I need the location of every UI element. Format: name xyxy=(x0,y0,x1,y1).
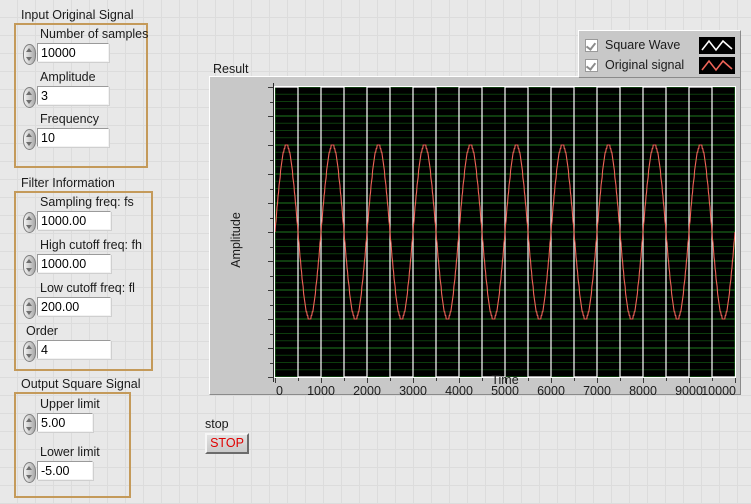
legend-item-original-signal[interactable]: Original signal xyxy=(585,55,735,75)
input-sampling-freq[interactable]: 1000.00 xyxy=(37,211,111,230)
label-frequency: Frequency xyxy=(40,112,100,126)
legend-item-square-wave[interactable]: Square Wave xyxy=(585,35,735,55)
control-upper-limit: Upper limit 5.00 xyxy=(22,397,100,435)
control-order: Order 4 xyxy=(22,324,111,362)
legend-swatch-original-signal[interactable] xyxy=(699,56,735,74)
graph-label-result: Result xyxy=(213,62,249,76)
input-frequency[interactable]: 10 xyxy=(37,128,109,147)
spinner-icon-upper-limit[interactable] xyxy=(22,414,37,435)
graph-panel[interactable]: Amplitude 543210-1-2-3-4-5 0100020003000… xyxy=(209,76,742,397)
group-title-filter-information: Filter Information xyxy=(21,176,115,190)
x-axis-title: Time xyxy=(491,373,519,387)
control-low-cutoff-freq: Low cutoff freq: fl 200.00 xyxy=(22,281,135,319)
label-lower-limit: Lower limit xyxy=(40,445,100,459)
control-amplitude: Amplitude 3 xyxy=(22,70,109,108)
input-order[interactable]: 4 xyxy=(37,340,111,359)
label-upper-limit: Upper limit xyxy=(40,397,100,411)
input-amplitude[interactable]: 3 xyxy=(37,86,109,105)
group-title-input-original-signal: Input Original Signal xyxy=(21,8,134,22)
label-amplitude: Amplitude xyxy=(40,70,96,84)
checkbox-square-wave[interactable] xyxy=(585,38,598,52)
spinner-icon-frequency[interactable] xyxy=(22,129,37,150)
control-high-cutoff-freq: High cutoff freq: fh 1000.00 xyxy=(22,238,142,276)
spinner-icon-low-cutoff-freq[interactable] xyxy=(22,298,37,319)
label-number-of-samples: Number of samples xyxy=(40,27,149,41)
input-high-cutoff-freq[interactable]: 1000.00 xyxy=(37,254,111,273)
stop-label: stop xyxy=(205,417,229,431)
input-upper-limit[interactable]: 5.00 xyxy=(37,413,93,432)
control-frequency: Frequency 10 xyxy=(22,112,109,150)
checkbox-original-signal[interactable] xyxy=(585,58,598,72)
group-filter-information: Filter Information Sampling freq: fs 100… xyxy=(8,176,153,371)
legend-swatch-square-wave[interactable] xyxy=(699,36,735,54)
spinner-icon-order[interactable] xyxy=(22,341,37,362)
spinner-icon-amplitude[interactable] xyxy=(22,87,37,108)
input-lower-limit[interactable]: -5.00 xyxy=(37,461,93,480)
group-output-square-signal: Output Square Signal Upper limit 5.00 Lo… xyxy=(8,377,141,498)
graph-legend[interactable]: Square Wave Original signal xyxy=(578,30,741,78)
control-number-of-samples: Number of samples 10000 xyxy=(22,27,148,65)
label-sampling-freq: Sampling freq: fs xyxy=(40,195,134,209)
label-low-cutoff-freq: Low cutoff freq: fl xyxy=(40,281,135,295)
stop-button[interactable]: STOP xyxy=(205,433,249,454)
spinner-icon-high-cutoff-freq[interactable] xyxy=(22,255,37,276)
stop-control: stop STOP xyxy=(205,417,249,454)
legend-label-square-wave: Square Wave xyxy=(605,38,681,52)
group-input-original-signal: Input Original Signal Number of samples … xyxy=(8,8,148,168)
spinner-icon-number-of-samples[interactable] xyxy=(22,44,37,65)
label-high-cutoff-freq: High cutoff freq: fh xyxy=(40,238,142,252)
control-sampling-freq: Sampling freq: fs 1000.00 xyxy=(22,195,134,233)
legend-label-original-signal: Original signal xyxy=(605,58,685,72)
control-lower-limit: Lower limit -5.00 xyxy=(22,445,100,483)
label-order: Order xyxy=(26,324,58,338)
input-low-cutoff-freq[interactable]: 200.00 xyxy=(37,297,111,316)
x-axis-tick-labels: 0 1000 2000 3000 4000 5000 6000 7000 8000 9000 100… xyxy=(210,77,742,397)
group-title-output-square-signal: Output Square Signal xyxy=(21,377,141,391)
input-number-of-samples[interactable]: 10000 xyxy=(37,43,109,62)
spinner-icon-sampling-freq[interactable] xyxy=(22,212,37,233)
spinner-icon-lower-limit[interactable] xyxy=(22,462,37,483)
